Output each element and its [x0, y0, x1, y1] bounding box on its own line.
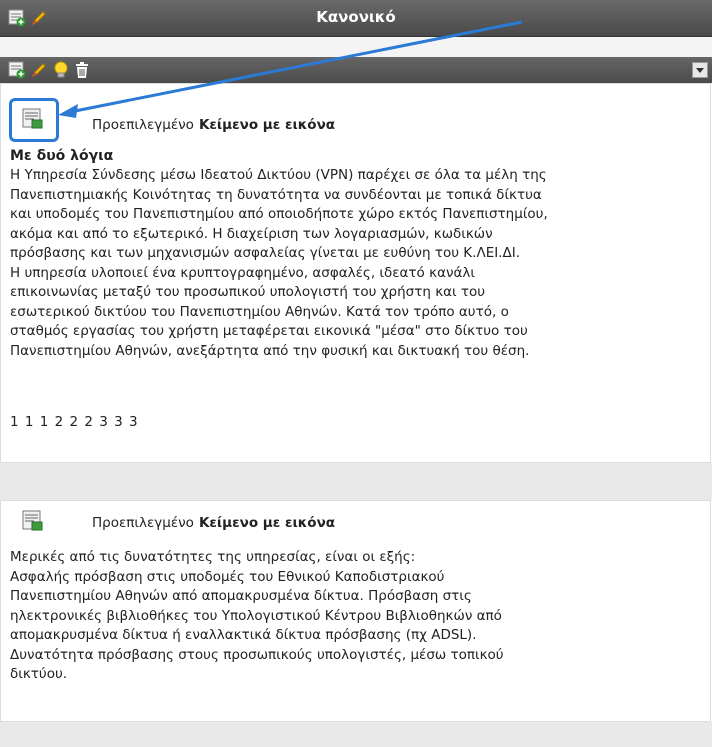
text-line: Δυνατότητα πρόσβασης στους προσωπικούς υ…	[10, 646, 504, 663]
block-header: Προεπιλεγμένο Κείμενο με εικόνα	[92, 117, 335, 133]
number-line: 1 1 1 2 2 2 3 3 3	[10, 414, 139, 430]
text-line: επικοινωνίας μεταξύ του προσωπικού υπολο…	[10, 284, 486, 300]
text-line: Ασφαλής πρόσβαση στις υποδομές του Εθνικ…	[10, 568, 445, 585]
text-line: απομακρυσμένα δίκτυα ή εναλλακτικά δίκτυ…	[10, 627, 477, 643]
text-line: Η υπηρεσία υλοποιεί ένα κρυπτογραφημένο,…	[10, 264, 475, 281]
text-line: ηλεκτρονικές βιβλιοθήκες του Υπολογιστικ…	[10, 607, 502, 624]
lightbulb-icon[interactable]	[52, 60, 70, 84]
text-line: πρόσβασης και των μηχανισμών ασφαλείας γ…	[10, 245, 521, 261]
block-body-text: Μερικές από τις δυνατότητες της υπηρεσία…	[10, 548, 710, 685]
text-line: Η Υπηρεσία Σύνδεσης μέσω Ιδεατού Δικτύου…	[10, 167, 547, 183]
block-toolbar	[0, 57, 712, 83]
trash-icon[interactable]	[74, 61, 90, 83]
text-line: εσωτερικού δικτύου του Πανεπιστημίου Αθη…	[10, 303, 509, 320]
block-body-text: Η Υπηρεσία Σύνδεσης μέσω Ιδεατού Δικτύου…	[10, 166, 710, 361]
text-line: Μερικές από τις δυνατότητες της υπηρεσία…	[10, 549, 416, 565]
block-header: Προεπιλεγμένο Κείμενο με εικόνα	[92, 515, 335, 531]
spacer	[0, 722, 712, 747]
text-line: δικτύου.	[10, 666, 68, 682]
text-line: Πανεπιστημίου Αθηνών από απομακρυσμένα δ…	[10, 588, 472, 604]
text-line: ακόμα και από το εξωτερικό. Η διαχείριση…	[10, 225, 493, 242]
block-label: Προεπιλεγμένο	[92, 117, 194, 133]
text-line: Πανεπιστημιακής Κοινότητας τη δυνατότητα…	[10, 186, 542, 203]
spacer	[0, 37, 712, 57]
pencil-icon[interactable]	[30, 61, 48, 83]
block-type: Κείμενο με εικόνα	[198, 515, 336, 531]
block-type: Κείμενο με εικόνα	[198, 117, 336, 133]
block-label: Προεπιλεγμένο	[92, 515, 194, 531]
text-line: Πανεπιστημίου Αθηνών, ανεξάρτητα από την…	[10, 342, 530, 359]
block-menu-dropdown[interactable]	[692, 62, 708, 78]
text-line: και υποδομές του Πανεπιστημίου από οποιο…	[10, 206, 548, 222]
region-title: Κανονικό	[316, 8, 396, 26]
block-heading: Με δυό λόγια	[10, 148, 114, 164]
text-with-image-icon[interactable]	[22, 510, 44, 536]
spacer	[0, 463, 712, 500]
add-block-icon[interactable]	[8, 61, 26, 83]
text-line: σταθμός εργασίας του χρήστη μεταφέρεται …	[10, 323, 528, 339]
highlight-box	[9, 98, 59, 142]
region-header-bar: Κανονικό	[0, 0, 712, 37]
